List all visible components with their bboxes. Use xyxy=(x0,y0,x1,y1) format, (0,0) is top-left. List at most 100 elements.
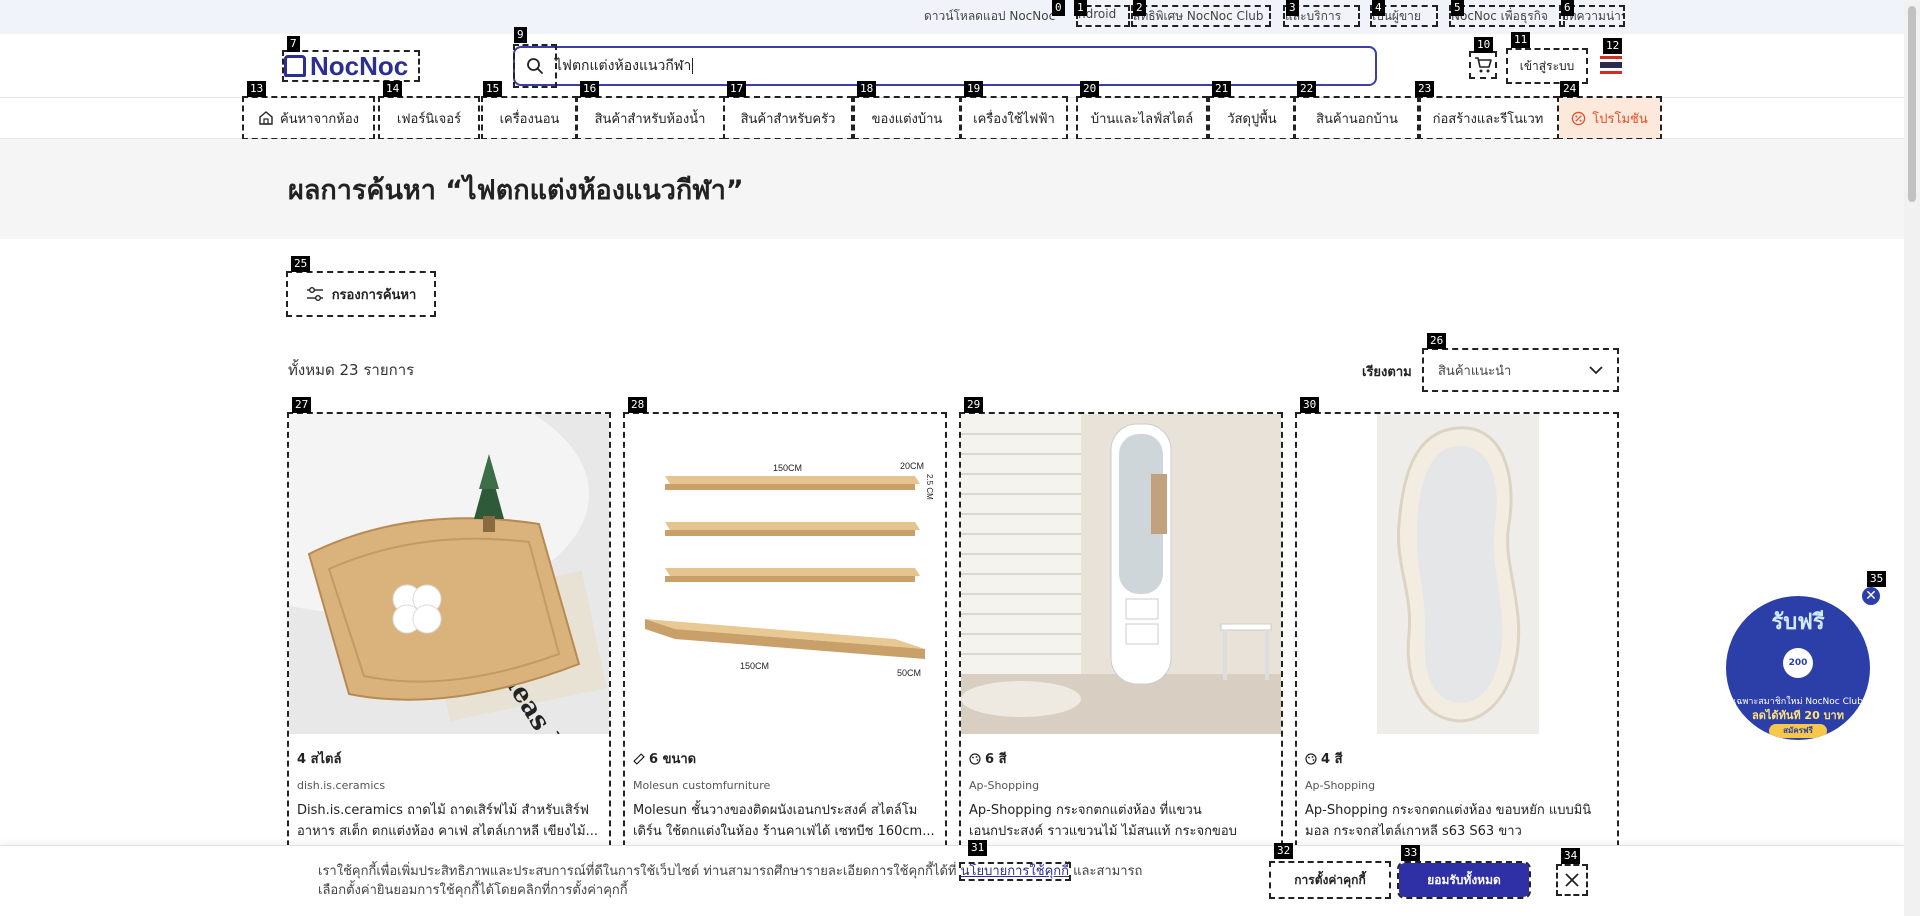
marker-label: 34 xyxy=(1561,848,1581,864)
search-input[interactable]: ไฟตกแต่งห้องแนวกีฬา xyxy=(555,55,694,77)
nocnoc-logo[interactable]: NocNoc xyxy=(282,50,420,82)
marker-label: 15 xyxy=(483,81,503,97)
marker-label: 27 xyxy=(292,397,312,413)
marker-label: 22 xyxy=(1297,81,1317,97)
category-kitchen[interactable]: สินค้าสำหรับครัว xyxy=(723,96,853,140)
shop-name[interactable]: dish.is.ceramics xyxy=(297,779,601,792)
marker-label: 35 xyxy=(1867,571,1887,587)
cart-icon[interactable] xyxy=(1469,51,1497,79)
product-name[interactable]: Ap-Shopping กระจกตกแต่งห้อง ที่แขวนเอนกป… xyxy=(969,800,1273,842)
category-lifestyle[interactable]: บ้านและไลฟ์สไตล์ xyxy=(1076,96,1208,140)
marker-label: 0 xyxy=(1052,0,1065,16)
page-title: ผลการค้นหา “ไฟตกแต่งห้องแนวกีฬา” xyxy=(288,175,744,206)
variant-count-text: 4 สี xyxy=(1321,752,1343,767)
thai-flag-icon[interactable] xyxy=(1600,56,1622,74)
marker-label: 18 xyxy=(857,81,877,97)
filter-label: กรองการค้นหา xyxy=(331,287,417,303)
promo-cta: สมัครฟรี xyxy=(1769,724,1827,738)
category-flooring[interactable]: วัสดุปูพื้น xyxy=(1208,96,1296,140)
marker-label: 4 xyxy=(1372,0,1385,16)
category-promotion[interactable]: โปรโมชัน xyxy=(1557,96,1662,140)
product-card[interactable]: 150CM 20CM 2.5 CM 150CM 50CM 6 ขนาด Mole… xyxy=(623,412,947,916)
category-appliances[interactable]: เครื่องใช้ไฟฟ้า xyxy=(960,96,1068,140)
top-strip: ดาวน์โหลดแอป NocNoc ndroid สิทธิพิเศษ No… xyxy=(0,0,1920,34)
topbar-link-business[interactable]: NocNoc เพื่อธุรกิจ xyxy=(1449,5,1565,27)
shop-name[interactable]: Molesun customfurniture xyxy=(633,779,937,792)
sort-value: สินค้าแนะนำ xyxy=(1438,363,1512,379)
shelf-dimension-label: 2.5 CM xyxy=(925,474,934,500)
home-icon xyxy=(259,111,273,125)
variant-count: 4 สไตล์ xyxy=(297,752,342,767)
search-bar[interactable]: ไฟตกแต่งห้องแนวกีฬา xyxy=(513,44,1377,88)
marker-label: 11 xyxy=(1511,32,1531,48)
scrollbar-thumb[interactable] xyxy=(1908,6,1916,202)
search-input-value: ไฟตกแต่งห้องแนวกีฬา xyxy=(555,58,692,74)
product-card[interactable]: 4 สี Ap-Shopping Ap-Shopping กระจกตกแต่ง… xyxy=(1295,412,1619,916)
page-scrollbar[interactable] xyxy=(1904,0,1920,916)
marker-label: 7 xyxy=(287,36,300,52)
filter-sliders-icon xyxy=(306,287,323,301)
category-renovation[interactable]: ก่อสร้างและรีโนเวท xyxy=(1417,96,1559,140)
category-label: ค้นหาจากห้อง xyxy=(280,111,359,127)
close-promo-icon[interactable]: ✕ xyxy=(1860,585,1882,607)
product-image xyxy=(961,414,1281,734)
category-outdoor[interactable]: สินค้านอกบ้าน xyxy=(1293,96,1421,140)
promo-title: รับฟรี xyxy=(1771,610,1825,635)
topbar-link-club[interactable]: สิทธิพิเศษ NocNoc Club xyxy=(1131,5,1271,27)
logo-text: NocNoc xyxy=(310,50,409,81)
category-bathroom[interactable]: สินค้าสำหรับห้องน้ำ xyxy=(575,96,725,140)
chevron-down-icon xyxy=(1589,366,1603,375)
marker-label: 33 xyxy=(1401,845,1421,861)
sort-select[interactable]: สินค้าแนะนำ xyxy=(1422,348,1619,392)
cookie-banner: เราใช้คุกกี้เพื่อเพิ่มประสิทธิภาพและประส… xyxy=(0,845,1904,916)
variant-count: 4 สี xyxy=(1305,748,1609,769)
accept-all-cookies-button[interactable]: ยอมรับทั้งหมด xyxy=(1397,861,1531,899)
coin-icon: 200 xyxy=(1783,648,1813,678)
category-furniture[interactable]: เฟอร์นิเจอร์ xyxy=(378,96,480,140)
close-cookie-icon[interactable] xyxy=(1556,864,1588,896)
shelf-dimension-label: 150CM xyxy=(773,463,802,473)
variant-count-text: 6 สี xyxy=(985,752,1007,767)
product-name[interactable]: Dish.is.ceramics ถาดไม้ ถาดเสิร์ฟไม้ สำห… xyxy=(297,800,601,842)
category-bedding[interactable]: เครื่องนอน xyxy=(481,96,578,140)
product-name[interactable]: Molesun ชั้นวางของติดผนังเอนกประสงค์ สไต… xyxy=(633,800,937,842)
category-decor[interactable]: ของแต่งบ้าน xyxy=(853,96,961,140)
product-card[interactable]: Ideas News 4 สไตล์ dish.is.ceramics Dish… xyxy=(287,412,611,916)
marker-label: 12 xyxy=(1603,38,1623,54)
logo-mark-icon xyxy=(284,55,306,77)
palette-icon xyxy=(969,752,981,765)
cookie-message-text: เราใช้คุกกี้เพื่อเพิ่มประสิทธิภาพและประส… xyxy=(318,864,961,879)
marker-label: 10 xyxy=(1474,37,1494,53)
product-image: 150CM 20CM 2.5 CM 150CM 50CM xyxy=(625,414,945,734)
shelf-dimension-label: 50CM xyxy=(897,668,921,678)
marker-label: 16 xyxy=(580,81,600,97)
marker-label: 26 xyxy=(1427,333,1447,349)
shop-name[interactable]: Ap-Shopping xyxy=(1305,779,1609,792)
marker-label: 6 xyxy=(1561,0,1574,16)
search-icon[interactable] xyxy=(513,44,557,88)
product-card[interactable]: 6 สี Ap-Shopping Ap-Shopping กระจกตกแต่ง… xyxy=(959,412,1283,916)
filter-button[interactable]: กรองการค้นหา xyxy=(286,271,436,317)
shelf-dimension-label: 20CM xyxy=(900,461,924,471)
club-promo-badge[interactable]: รับฟรี 200 เฉพาะสมาชิกใหม่ NocNoc Club ล… xyxy=(1726,596,1870,740)
marker-label: 17 xyxy=(727,81,747,97)
marker-label: 30 xyxy=(1300,397,1320,413)
shelf-dimension-label: 150CM xyxy=(740,661,769,671)
marker-label: 5 xyxy=(1451,0,1464,16)
marker-label: 21 xyxy=(1212,81,1232,97)
shop-name[interactable]: Ap-Shopping xyxy=(969,779,1273,792)
marker-label: 31 xyxy=(968,840,988,856)
marker-label: 28 xyxy=(628,397,648,413)
category-label: โปรโมชัน xyxy=(1592,111,1648,127)
result-count: ทั้งหมด 23 รายการ xyxy=(288,361,415,379)
cookie-settings-button[interactable]: การตั้งค่าคุกกี้ xyxy=(1269,861,1391,899)
marker-label: 32 xyxy=(1274,843,1294,859)
download-app-text: ดาวน์โหลดแอป NocNoc xyxy=(924,9,1056,23)
marker-label: 24 xyxy=(1560,81,1580,97)
marker-label: 23 xyxy=(1415,81,1435,97)
text-caret xyxy=(692,58,694,74)
product-name[interactable]: Ap-Shopping กระจกตกแต่งห้อง ขอบหยัก แบบม… xyxy=(1305,800,1609,842)
login-button[interactable]: เข้าสู่ระบบ xyxy=(1506,48,1588,84)
cookie-policy-link[interactable]: นโยบายการใช้คุกกี้ xyxy=(958,862,1072,881)
category-room-search[interactable]: ค้นหาจากห้อง xyxy=(242,96,375,140)
